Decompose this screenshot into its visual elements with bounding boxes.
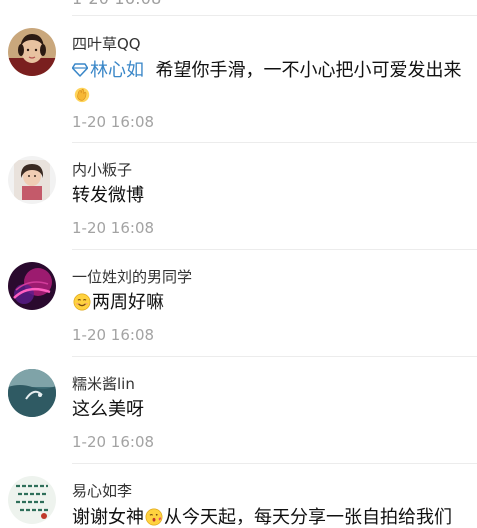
username[interactable]: 内小粄子	[72, 159, 132, 180]
mention-name[interactable]: 林心如	[90, 60, 144, 81]
comment-text: 这么美呀	[72, 399, 144, 420]
avatar-photo-neon	[8, 262, 56, 310]
avatar[interactable]	[8, 156, 56, 204]
avatar-photo-sea	[8, 369, 56, 417]
previous-timestamp: 1-20 16:08	[72, 0, 162, 8]
timestamp: 1-20 16:08	[72, 113, 155, 131]
comment-text: 两周好嘛	[72, 291, 471, 315]
avatar[interactable]	[8, 369, 56, 417]
avatar-photo-calligraphy	[8, 476, 56, 524]
diamond-icon	[72, 63, 88, 77]
comment-list: 1-20 16:08 四叶草QQ 林心如 希望你手滑，一不小心把小可爱发出来 1…	[0, 0, 477, 528]
avatar-photo-woman	[8, 28, 56, 76]
comment-item[interactable]: 糯米酱lin 这么美呀 1-20 16:08	[0, 357, 477, 463]
mention-link[interactable]: 林心如	[72, 60, 144, 81]
comment-text: 转发微博	[72, 185, 144, 206]
kissing-face-emoji-icon	[145, 508, 163, 526]
avatar[interactable]	[8, 476, 56, 524]
comment-text-body: 两周好嘛	[92, 292, 164, 313]
smiling-face-emoji-icon	[73, 293, 91, 311]
comment-item[interactable]: 四叶草QQ 林心如 希望你手滑，一不小心把小可爱发出来 1-20 16:08	[0, 16, 477, 144]
comment-text-after: 从今天起，每天分享一张自拍给我们	[164, 507, 452, 528]
comment-text-before: 谢谢女神	[72, 507, 144, 528]
timestamp: 1-20 16:08	[72, 433, 155, 451]
comment-item[interactable]: 易心如李 谢谢女神 从今天起，每天分享一张自拍给我们	[0, 464, 477, 528]
comment-text: 林心如 希望你手滑，一不小心把小可爱发出来	[72, 59, 471, 107]
username[interactable]: 糯米酱lin	[72, 373, 135, 394]
timestamp: 1-20 16:08	[72, 219, 155, 237]
avatar[interactable]	[8, 262, 56, 310]
comment-item[interactable]: 内小粄子 转发微博 1-20 16:08	[0, 143, 477, 249]
username[interactable]: 一位姓刘的男同学	[72, 266, 192, 287]
raised-hands-emoji-icon	[74, 87, 90, 103]
timestamp: 1-20 16:08	[72, 326, 155, 344]
avatar[interactable]	[8, 28, 56, 76]
comment-text-body: 希望你手滑，一不小心把小可爱发出来	[155, 60, 462, 81]
comment-text: 谢谢女神 从今天起，每天分享一张自拍给我们	[72, 506, 471, 528]
comment-item[interactable]: 一位姓刘的男同学 两周好嘛 1-20 16:08	[0, 250, 477, 356]
avatar-photo-girl	[8, 156, 56, 204]
username[interactable]: 易心如李	[72, 480, 132, 501]
username[interactable]: 四叶草QQ	[72, 33, 141, 54]
